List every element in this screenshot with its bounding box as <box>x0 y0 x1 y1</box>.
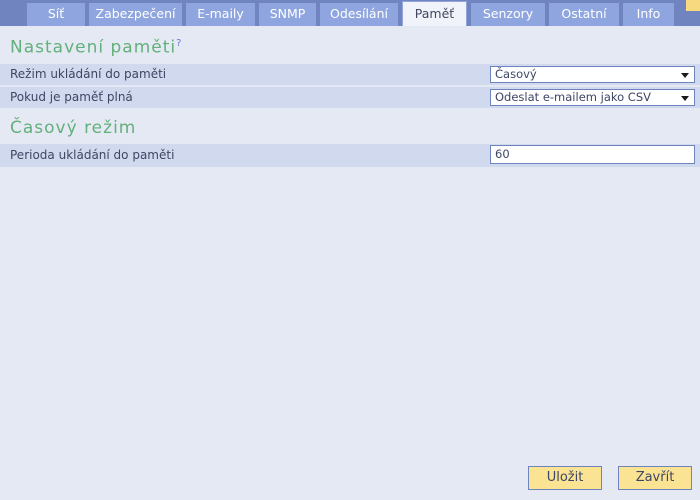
tab-label: Odesílání <box>330 6 388 21</box>
select-value: Časový <box>495 66 537 81</box>
field-label-storage-mode: Režim ukládání do paměti <box>10 66 167 81</box>
tab-label: Info <box>636 6 661 21</box>
chevron-down-icon <box>681 95 689 101</box>
tab-e-maily[interactable]: E-maily <box>186 3 255 26</box>
tab-ostatni[interactable]: Ostatní <box>549 3 619 26</box>
tab-label: Paměť <box>414 6 455 21</box>
input-value: 60 <box>495 146 510 161</box>
chevron-down-icon <box>681 72 689 78</box>
tab-label: Zabezpečení <box>95 6 176 21</box>
table-row: Pokud je paměť plná Odeslat e-mailem jak… <box>0 86 700 108</box>
save-button[interactable]: Uložit <box>528 466 602 490</box>
tab-label: E-maily <box>197 6 244 21</box>
tab-pamet[interactable]: Paměť <box>402 1 467 26</box>
section-heading-text: Časový režim <box>10 117 137 138</box>
tab-zabezpeceni[interactable]: Zabezpečení <box>89 3 182 26</box>
tab-label: SNMP <box>269 6 306 21</box>
table-row: Perioda ukládání do paměti 60 <box>0 143 700 167</box>
select-memory-full-action[interactable]: Odeslat e-mailem jako CSV <box>490 88 695 106</box>
tab-bar: Síť Zabezpečení E-maily SNMP Odesílání P… <box>0 0 700 26</box>
tab-odesilani[interactable]: Odesílání <box>320 3 398 26</box>
section-heading-time-mode: Časový režim <box>0 110 700 144</box>
section-heading-memory-settings: Nastavení paměti? <box>0 26 700 64</box>
tab-label: Ostatní <box>561 6 607 21</box>
section-heading-text: Nastavení paměti <box>10 37 177 58</box>
select-storage-mode[interactable]: Časový <box>490 65 695 83</box>
footer-actions: Uložit Zavřít <box>0 466 700 490</box>
field-label-storage-period: Perioda ukládání do paměti <box>10 147 175 162</box>
tab-bar-left-filler <box>0 0 26 26</box>
select-value: Odeslat e-mailem jako CSV <box>495 89 652 104</box>
tab-label: Síť <box>47 6 65 21</box>
tab-info[interactable]: Info <box>623 3 674 26</box>
tab-label: Senzory <box>482 6 534 21</box>
input-storage-period[interactable]: 60 <box>490 144 695 164</box>
table-row: Režim ukládání do paměti Časový <box>0 63 700 85</box>
help-link-icon[interactable]: ? <box>176 38 181 49</box>
close-button[interactable]: Zavřít <box>618 466 692 490</box>
settings-panel: Nastavení paměti? Režim ukládání do pamě… <box>0 26 700 500</box>
tab-senzory[interactable]: Senzory <box>471 3 545 26</box>
tab-sit[interactable]: Síť <box>27 3 85 26</box>
corner-marker <box>686 0 700 11</box>
tab-snmp[interactable]: SNMP <box>259 3 316 26</box>
field-label-memory-full-action: Pokud je paměť plná <box>10 89 133 104</box>
